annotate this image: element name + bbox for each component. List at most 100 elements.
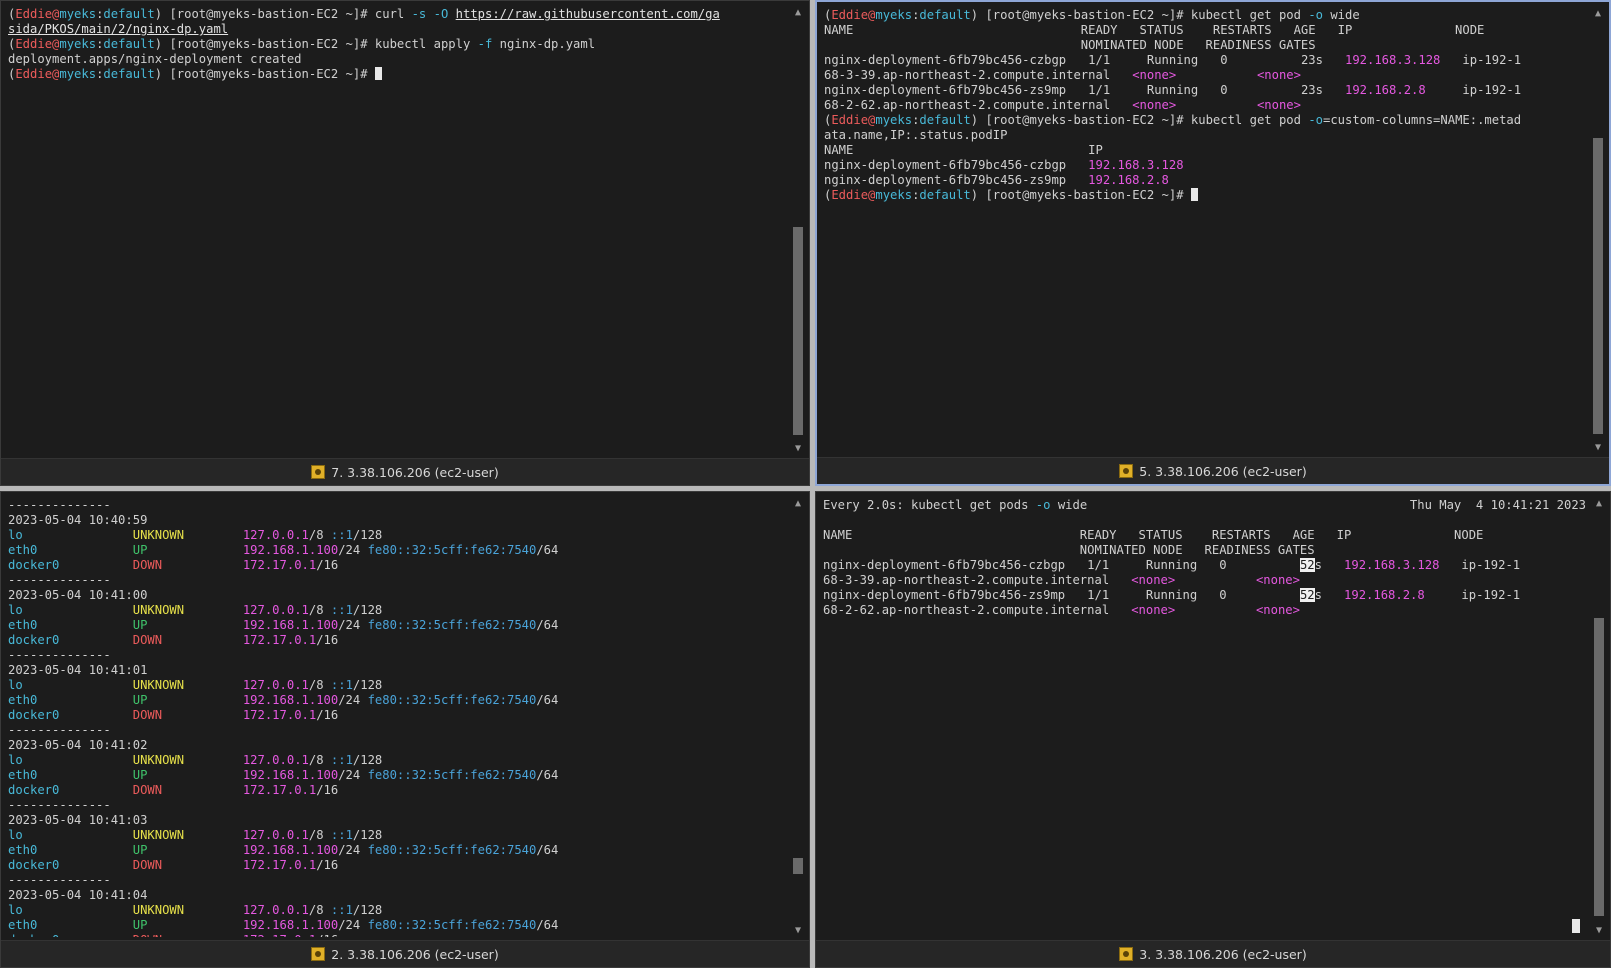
- pane-status-bar[interactable]: 2. 3.38.106.206 (ec2-user): [1, 940, 809, 967]
- watch-header: Every 2.0s: kubectl get pods -o wide Thu …: [823, 498, 1586, 512]
- terminal-pane-3[interactable]: Every 2.0s: kubectl get pods -o wide Thu …: [815, 491, 1611, 968]
- iface-ipv6: ::1: [330, 753, 353, 767]
- iface-state: UP: [132, 693, 148, 707]
- iface-ipv6: fe80::32:5cff:fe62:7540: [367, 843, 537, 857]
- iface-name: docker0: [8, 783, 60, 797]
- iface-ipv4: 192.168.1.100: [242, 843, 339, 857]
- iface-name: lo: [8, 528, 23, 542]
- table-row: nginx-deployment-6fb79bc456-zs9mp 1/1 Ru…: [824, 83, 1522, 97]
- interface-row: eth0 UP 192.168.1.100/24 fe80::32:5cff:f…: [8, 918, 559, 932]
- interface-row: eth0 UP 192.168.1.100/24 fe80::32:5cff:f…: [8, 543, 559, 557]
- table-header: NAME IP: [824, 143, 1103, 157]
- session-label: 7. 3.38.106.206 (ec2-user): [331, 464, 499, 480]
- terminal-output[interactable]: -------------- 2023-05-04 10:40:59 lo UNKN…: [8, 498, 785, 937]
- scroll-down-icon[interactable]: ▼: [1591, 442, 1605, 454]
- table-row: nginx-deployment-6fb79bc456-zs9mp 1/1 Ru…: [823, 588, 1521, 602]
- pane-status-bar[interactable]: 3. 3.38.106.206 (ec2-user): [816, 940, 1610, 967]
- table-row: 68-2-62.ap-northeast-2.compute.internal …: [823, 603, 1300, 617]
- terminal-pane-2[interactable]: -------------- 2023-05-04 10:40:59 lo UNKN…: [0, 491, 810, 968]
- terminal-pane-7[interactable]: (Eddie@myeks:default) [root@myeks-bastio…: [0, 0, 810, 486]
- scroll-up-icon[interactable]: ▲: [1592, 498, 1606, 510]
- iface-ipv4: 192.168.1.100: [242, 543, 339, 557]
- vertical-scrollbar[interactable]: ▲ ▼: [791, 498, 805, 937]
- iface-state: UNKNOWN: [132, 603, 185, 617]
- iface-state: UNKNOWN: [132, 753, 185, 767]
- separator-line: --------------: [8, 648, 111, 662]
- watch-clock: Thu May 4 10:41:21 2023: [1409, 498, 1586, 512]
- iface-name: docker0: [8, 708, 60, 722]
- table-row: nginx-deployment-6fb79bc456-czbgp 192.16…: [824, 158, 1184, 172]
- iface-name: lo: [8, 603, 23, 617]
- vertical-scrollbar[interactable]: ▲ ▼: [1591, 8, 1605, 454]
- changed-highlight: 52: [1299, 588, 1315, 602]
- iface-state: UP: [132, 618, 148, 632]
- iface-state: DOWN: [132, 858, 163, 872]
- interface-row: eth0 UP 192.168.1.100/24 fe80::32:5cff:f…: [8, 618, 559, 632]
- pane-status-bar[interactable]: 7. 3.38.106.206 (ec2-user): [1, 458, 809, 485]
- scroll-down-icon[interactable]: ▼: [791, 925, 805, 937]
- interface-row: docker0 DOWN 172.17.0.1/16: [8, 783, 339, 797]
- iface-state: UNKNOWN: [132, 903, 185, 917]
- vertical-scrollbar[interactable]: ▲ ▼: [791, 7, 805, 455]
- interface-row: docker0 DOWN 172.17.0.1/16: [8, 933, 785, 937]
- iface-ipv6: fe80::32:5cff:fe62:7540: [367, 543, 537, 557]
- prompt-line: (Eddie@myeks:default) [root@myeks-bastio…: [824, 113, 1522, 127]
- iface-name: lo: [8, 903, 23, 917]
- terminal-output[interactable]: (Eddie@myeks:default) [root@myeks-bastio…: [8, 7, 785, 455]
- vertical-scrollbar[interactable]: ▲ ▼: [1592, 498, 1606, 937]
- pane-status-bar[interactable]: 5. 3.38.106.206 (ec2-user): [817, 457, 1609, 484]
- separator-line: --------------: [8, 873, 111, 887]
- prompt-line: (Eddie@myeks:default) [root@myeks-bastio…: [824, 188, 1585, 203]
- scroll-down-icon[interactable]: ▼: [791, 443, 805, 455]
- scroll-thumb[interactable]: [1593, 138, 1603, 434]
- iface-ipv4: 172.17.0.1: [242, 783, 317, 797]
- timestamp-line: 2023-05-04 10:41:04: [8, 888, 148, 902]
- terminal-output[interactable]: (Eddie@myeks:default) [root@myeks-bastio…: [824, 8, 1585, 454]
- iface-ipv4: 192.168.1.100: [242, 618, 339, 632]
- separator-line: --------------: [8, 798, 111, 812]
- iface-name: docker0: [8, 558, 60, 572]
- separator-line: --------------: [8, 723, 111, 737]
- terminal-output[interactable]: Every 2.0s: kubectl get pods -o wide Thu …: [823, 498, 1586, 937]
- iface-ipv4: 192.168.1.100: [242, 768, 339, 782]
- iface-state: UNKNOWN: [132, 528, 185, 542]
- iface-ipv4: 127.0.0.1: [242, 603, 309, 617]
- scroll-thumb[interactable]: [793, 227, 803, 435]
- scroll-thumb[interactable]: [793, 858, 803, 874]
- iface-ipv6: fe80::32:5cff:fe62:7540: [367, 768, 537, 782]
- iface-name: eth0: [8, 543, 38, 557]
- iface-ipv4: 172.17.0.1: [242, 858, 317, 872]
- prompt-line: (Eddie@myeks:default) [root@myeks-bastio…: [8, 7, 720, 21]
- terminal-pane-5[interactable]: (Eddie@myeks:default) [root@myeks-bastio…: [815, 0, 1611, 486]
- scroll-up-icon[interactable]: ▲: [791, 498, 805, 510]
- iface-ipv4: 127.0.0.1: [242, 528, 309, 542]
- iface-ipv6: ::1: [330, 528, 353, 542]
- text-cursor: [374, 67, 382, 80]
- scroll-thumb[interactable]: [1594, 618, 1604, 916]
- interface-row: lo UNKNOWN 127.0.0.1/8 ::1/128: [8, 753, 383, 767]
- prompt-line: (Eddie@myeks:default) [root@myeks-bastio…: [8, 67, 785, 82]
- iface-name: docker0: [8, 933, 59, 937]
- prompt-line: (Eddie@myeks:default) [root@myeks-bastio…: [8, 37, 596, 51]
- iface-name: eth0: [8, 918, 38, 932]
- iface-name: lo: [8, 828, 23, 842]
- timestamp-line: 2023-05-04 10:41:00: [8, 588, 148, 602]
- interface-row: lo UNKNOWN 127.0.0.1/8 ::1/128: [8, 828, 383, 842]
- interface-row: eth0 UP 192.168.1.100/24 fe80::32:5cff:f…: [8, 843, 559, 857]
- output-line: ata.name,IP:.status.podIP: [824, 128, 1008, 142]
- table-header: NOMINATED NODE READINESS GATES: [824, 38, 1316, 52]
- url-link[interactable]: sida/PKOS/main/2/nginx-dp.yaml: [8, 22, 228, 36]
- interface-row: lo UNKNOWN 127.0.0.1/8 ::1/128: [8, 603, 383, 617]
- table-header: NAME READY STATUS RESTARTS AGE IP NODE: [824, 23, 1485, 37]
- url-link[interactable]: https://raw.githubusercontent.com/ga: [456, 7, 720, 21]
- interface-row: eth0 UP 192.168.1.100/24 fe80::32:5cff:f…: [8, 693, 559, 707]
- interface-row: docker0 DOWN 172.17.0.1/16: [8, 708, 339, 722]
- iface-name: docker0: [8, 633, 60, 647]
- iface-ipv4: 172.17.0.1: [242, 558, 317, 572]
- scroll-up-icon[interactable]: ▲: [791, 7, 805, 19]
- iface-ipv6: ::1: [330, 603, 353, 617]
- scroll-down-icon[interactable]: ▼: [1592, 925, 1606, 937]
- scroll-up-icon[interactable]: ▲: [1591, 8, 1605, 20]
- separator-line: --------------: [8, 573, 111, 587]
- iface-name: eth0: [8, 843, 38, 857]
